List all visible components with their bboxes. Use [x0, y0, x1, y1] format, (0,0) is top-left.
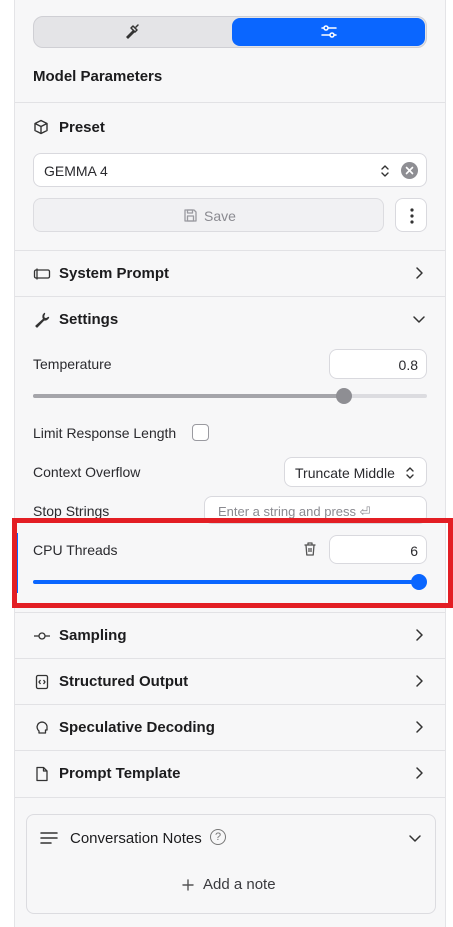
wrench-icon: [33, 311, 51, 329]
notes-lines-icon: [40, 832, 58, 844]
preset-value: GEMMA 4: [44, 163, 108, 179]
cpu-threads-slider-fill[interactable]: [33, 580, 423, 584]
updown-chevron-icon: [406, 467, 414, 479]
save-icon: [184, 209, 197, 222]
preset-more-button[interactable]: [395, 198, 427, 232]
clear-preset-icon[interactable]: [401, 162, 418, 179]
limit-response-length-label: Limit Response Length: [33, 425, 177, 441]
terminal-icon: [33, 265, 51, 283]
save-button[interactable]: Save: [33, 198, 384, 232]
help-icon[interactable]: ?: [210, 829, 226, 845]
chevron-right-icon: [416, 767, 423, 779]
chevron-down-icon: [413, 316, 425, 323]
section-label: Prompt Template: [59, 765, 181, 782]
context-overflow-select[interactable]: Truncate Middle: [284, 457, 427, 487]
section-label: Speculative Decoding: [59, 719, 215, 736]
temperature-label: Temperature: [33, 356, 112, 372]
section-structured-output[interactable]: Structured Output: [15, 659, 445, 704]
panel-tab-switcher: [33, 16, 427, 48]
chevron-down-icon[interactable]: [407, 830, 423, 846]
code-file-icon: [33, 673, 51, 691]
section-sampling[interactable]: Sampling: [15, 613, 445, 658]
limit-response-length-checkbox[interactable]: [192, 424, 209, 441]
save-label: Save: [204, 208, 236, 224]
temperature-input[interactable]: 0.8: [329, 349, 427, 379]
more-vertical-icon: [410, 208, 414, 224]
box-icon: [33, 119, 51, 137]
model-parameters-panel: Model Parameters Preset GEMMA 4 Save Sys…: [14, 0, 446, 927]
section-label: Settings: [59, 311, 119, 328]
tab-tools[interactable]: [36, 18, 229, 46]
brain-icon: [33, 719, 51, 737]
stop-strings-label: Stop Strings: [33, 503, 110, 519]
section-label: System Prompt: [59, 265, 170, 282]
chevron-right-icon: [416, 629, 423, 641]
add-note-button[interactable]: Add a note: [182, 876, 276, 893]
section-label: Structured Output: [59, 673, 189, 690]
updown-chevron-icon: [381, 165, 389, 177]
divider: [15, 797, 445, 798]
trash-icon[interactable]: [303, 541, 317, 557]
cpu-threads-slider-thumb[interactable]: [411, 574, 427, 590]
temperature-slider-thumb[interactable]: [336, 388, 352, 404]
document-icon: [33, 765, 51, 783]
preset-label: Preset: [59, 119, 105, 136]
chevron-right-icon: [416, 267, 423, 279]
section-speculative-decoding[interactable]: Speculative Decoding: [15, 705, 445, 750]
panel-title: Model Parameters: [33, 68, 163, 85]
conversation-notes-title: Conversation Notes: [70, 830, 202, 847]
section-system-prompt[interactable]: System Prompt: [15, 251, 445, 296]
section-label: Sampling: [59, 627, 127, 644]
chevron-right-icon: [416, 675, 423, 687]
tab-parameters[interactable]: [232, 18, 425, 46]
conversation-notes-card: Conversation Notes ? Add a note: [26, 814, 436, 914]
preset-select[interactable]: GEMMA 4: [33, 153, 427, 187]
cpu-threads-label: CPU Threads: [33, 542, 118, 558]
sampling-icon: [33, 627, 51, 645]
chevron-right-icon: [416, 721, 423, 733]
hammer-icon: [125, 24, 139, 39]
section-settings[interactable]: Settings: [15, 297, 445, 342]
divider: [15, 102, 445, 103]
cpu-threads-active-indicator: [15, 533, 18, 593]
sliders-icon: [320, 25, 337, 38]
cpu-threads-input[interactable]: 6: [329, 535, 427, 564]
stop-strings-input[interactable]: Enter a string and press ⏎: [204, 496, 427, 524]
context-overflow-label: Context Overflow: [33, 464, 141, 480]
temperature-slider-fill: [33, 394, 344, 398]
add-note-label: Add a note: [203, 876, 276, 893]
plus-icon: [182, 878, 194, 891]
section-prompt-template[interactable]: Prompt Template: [15, 751, 445, 796]
